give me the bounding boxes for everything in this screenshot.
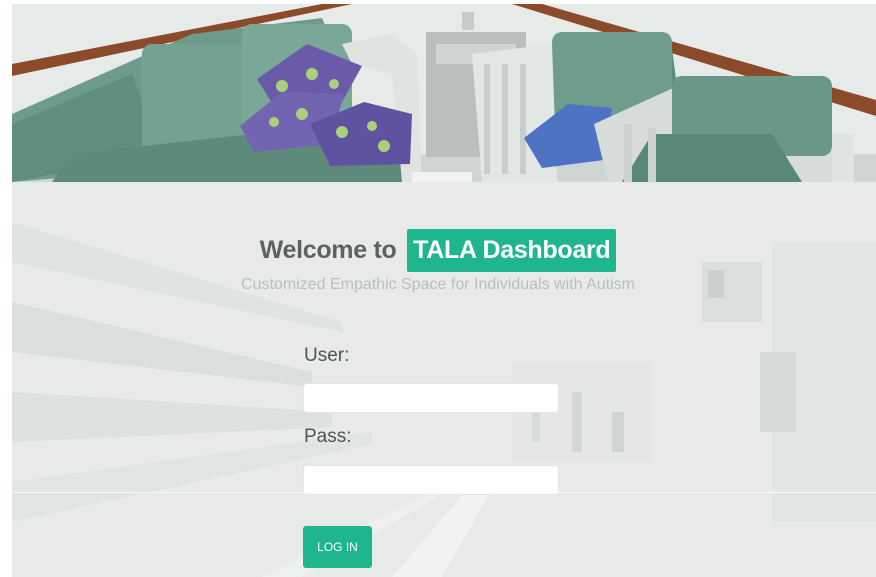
brand-badge: TALA Dashboard — [407, 229, 617, 272]
login-page: Welcome to TALA Dashboard Customized Emp… — [0, 0, 876, 577]
welcome-heading: Welcome to TALA Dashboard — [0, 229, 876, 272]
login-button[interactable]: LOG IN — [303, 526, 372, 568]
pass-label: Pass: — [304, 426, 352, 447]
divider — [12, 492, 876, 493]
user-label: User: — [304, 345, 350, 366]
header-photo — [12, 4, 876, 182]
pass-input[interactable] — [303, 465, 559, 495]
welcome-prefix: Welcome to — [259, 236, 397, 264]
subtitle: Customized Empathic Space for Individual… — [241, 276, 635, 293]
user-input[interactable] — [303, 383, 559, 413]
